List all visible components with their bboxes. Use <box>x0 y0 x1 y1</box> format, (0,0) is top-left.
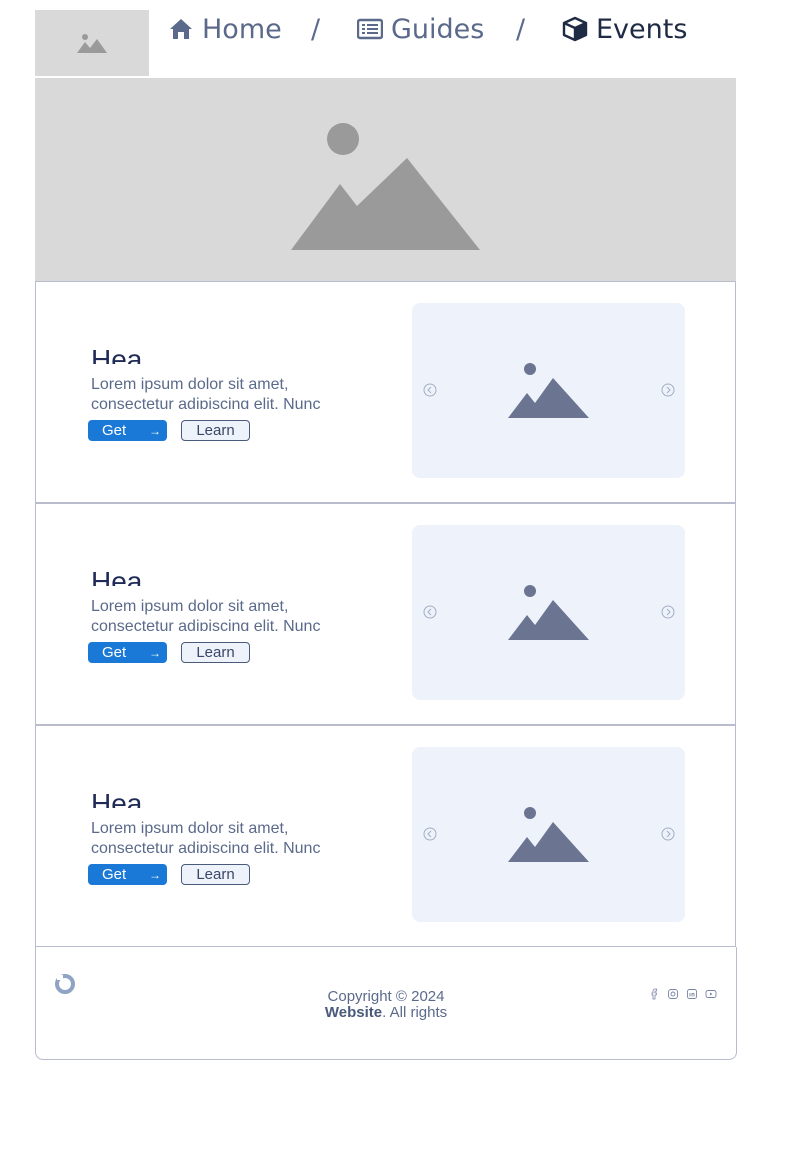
carousel <box>412 525 685 700</box>
breadcrumb-separator: / <box>311 13 321 45</box>
card-body: Lorem ipsum dolor sit amet, consectetur … <box>91 598 321 631</box>
breadcrumb-separator: / <box>516 13 526 45</box>
learn-button[interactable]: Learn <box>181 642 250 663</box>
rights-line: Website. All rights <box>236 1005 536 1021</box>
learn-button-label: Learn <box>196 422 235 439</box>
get-button[interactable]: Get → <box>88 642 167 663</box>
chevron-right-icon[interactable] <box>661 827 675 841</box>
feature-card: Hea Lorem ipsum dolor sit amet, consecte… <box>35 281 736 503</box>
rights-text: . All rights <box>382 1004 448 1021</box>
chevron-left-icon[interactable] <box>423 827 437 841</box>
facebook-icon[interactable] <box>648 985 660 1000</box>
image-placeholder-icon <box>508 363 589 418</box>
hero-image <box>35 78 736 281</box>
linkedin-icon[interactable] <box>686 985 698 999</box>
arrow-right-icon: → <box>149 423 161 438</box>
breadcrumb-guides[interactable]: Guides <box>356 10 485 48</box>
copyright-line: Copyright © 2024 <box>327 989 445 1005</box>
youtube-icon[interactable] <box>705 985 717 998</box>
image-placeholder-icon <box>508 585 589 640</box>
get-button-label: Get <box>102 866 127 883</box>
card-body: Lorem ipsum dolor sit amet, consectetur … <box>91 376 321 409</box>
instagram-icon[interactable] <box>667 985 679 999</box>
brand-logo-icon[interactable] <box>54 973 76 995</box>
chevron-left-icon[interactable] <box>423 605 437 619</box>
chevron-left-icon[interactable] <box>423 383 437 397</box>
breadcrumb-label: Events <box>596 13 688 45</box>
arrow-right-icon: → <box>149 645 161 660</box>
learn-button[interactable]: Learn <box>181 420 250 441</box>
get-button[interactable]: Get → <box>88 420 167 441</box>
breadcrumb-label: Home <box>202 13 282 45</box>
card-body: Lorem ipsum dolor sit amet, consectetur … <box>91 820 321 853</box>
card-heading: Hea <box>91 344 143 364</box>
breadcrumb-home[interactable]: Home <box>168 10 282 48</box>
footer: Copyright © 2024 Website. All rights <box>35 947 737 1060</box>
learn-button-label: Learn <box>196 644 235 661</box>
chevron-right-icon[interactable] <box>661 383 675 397</box>
box-icon <box>562 16 588 42</box>
learn-button[interactable]: Learn <box>181 864 250 885</box>
chevron-right-icon[interactable] <box>661 605 675 619</box>
logo-placeholder[interactable] <box>35 10 149 76</box>
carousel <box>412 303 685 478</box>
feature-card: Hea Lorem ipsum dolor sit amet, consecte… <box>35 725 736 947</box>
image-placeholder-icon <box>508 807 589 862</box>
get-button-label: Get <box>102 422 127 439</box>
carousel <box>412 747 685 922</box>
breadcrumb-events[interactable]: Events <box>562 10 687 48</box>
list-icon <box>356 16 384 42</box>
arrow-right-icon: → <box>149 867 161 882</box>
feature-card: Hea Lorem ipsum dolor sit amet, consecte… <box>35 503 736 725</box>
image-placeholder-icon <box>291 123 480 250</box>
copyright-text: Copyright © 2024 Website. All rights <box>236 989 536 1021</box>
card-heading: Hea <box>91 566 143 586</box>
get-button-label: Get <box>102 644 127 661</box>
card-heading: Hea <box>91 788 143 808</box>
website-name[interactable]: Website <box>325 1004 382 1021</box>
get-button[interactable]: Get → <box>88 864 167 885</box>
social-links <box>648 985 717 1000</box>
home-icon <box>168 16 194 42</box>
learn-button-label: Learn <box>196 866 235 883</box>
image-placeholder-icon <box>77 34 107 53</box>
breadcrumb-label: Guides <box>391 13 485 45</box>
